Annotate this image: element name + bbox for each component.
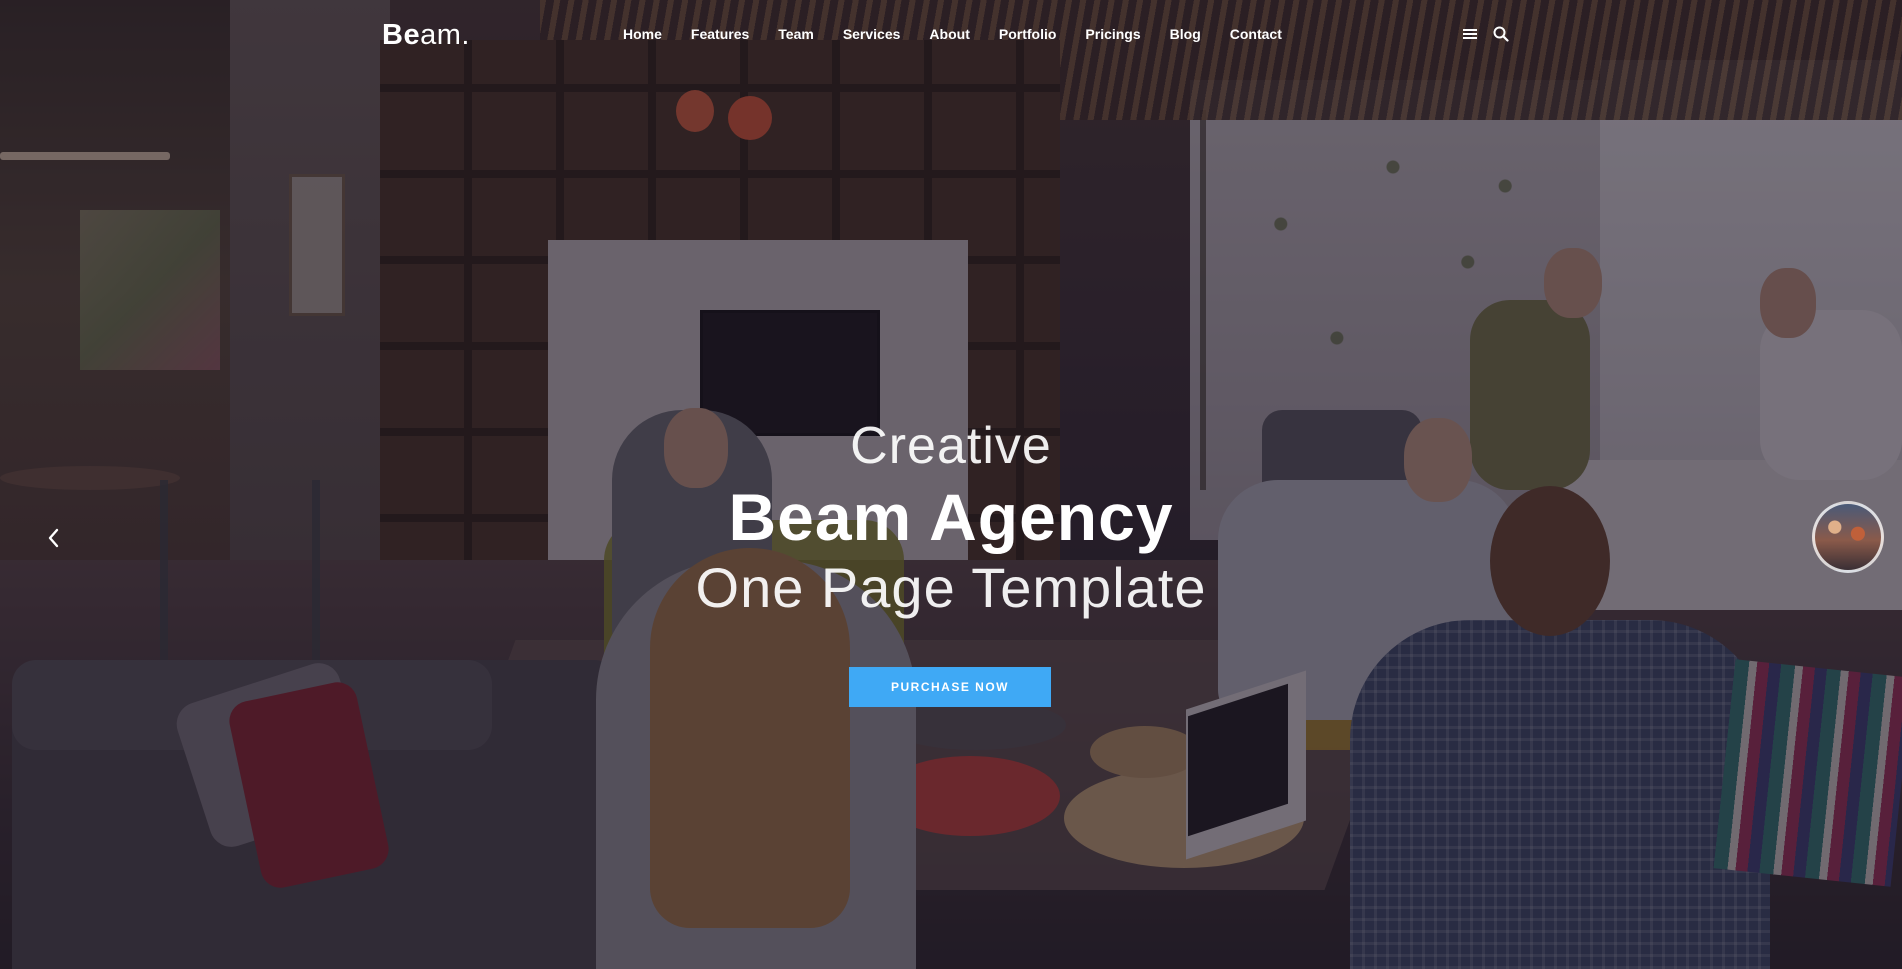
nav-icons — [1463, 26, 1509, 42]
chevron-left-icon[interactable] — [44, 524, 64, 552]
logo[interactable]: Beam. — [382, 19, 470, 52]
menu-icon[interactable] — [1463, 27, 1477, 41]
hero-subtitle-top: Creative — [850, 417, 1052, 475]
hero-subtitle-bottom: One Page Template — [695, 556, 1207, 619]
hero-text: Creative Beam Agency One Page Template — [0, 420, 1902, 616]
nav-item-features[interactable]: Features — [691, 26, 749, 42]
logo-rest: am. — [420, 19, 470, 51]
nav-item-contact[interactable]: Contact — [1230, 26, 1282, 42]
nav-item-portfolio[interactable]: Portfolio — [999, 26, 1057, 42]
hero-title: Beam Agency — [728, 480, 1174, 554]
nav-item-about[interactable]: About — [929, 26, 969, 42]
search-icon[interactable] — [1493, 26, 1509, 42]
nav-item-home[interactable]: Home — [623, 26, 662, 42]
logo-first: Be — [382, 19, 421, 51]
purchase-now-button[interactable]: PURCHASE NOW — [849, 667, 1051, 707]
nav-item-services[interactable]: Services — [843, 26, 901, 42]
slide-thumbnail[interactable] — [1812, 501, 1884, 573]
nav-item-pricings[interactable]: Pricings — [1085, 26, 1140, 42]
main-nav: Home Features Team Services About Portfo… — [623, 26, 1311, 42]
nav-item-team[interactable]: Team — [778, 26, 814, 42]
site-header: Beam. Home Features Team Services About … — [0, 0, 1902, 70]
nav-item-blog[interactable]: Blog — [1170, 26, 1201, 42]
